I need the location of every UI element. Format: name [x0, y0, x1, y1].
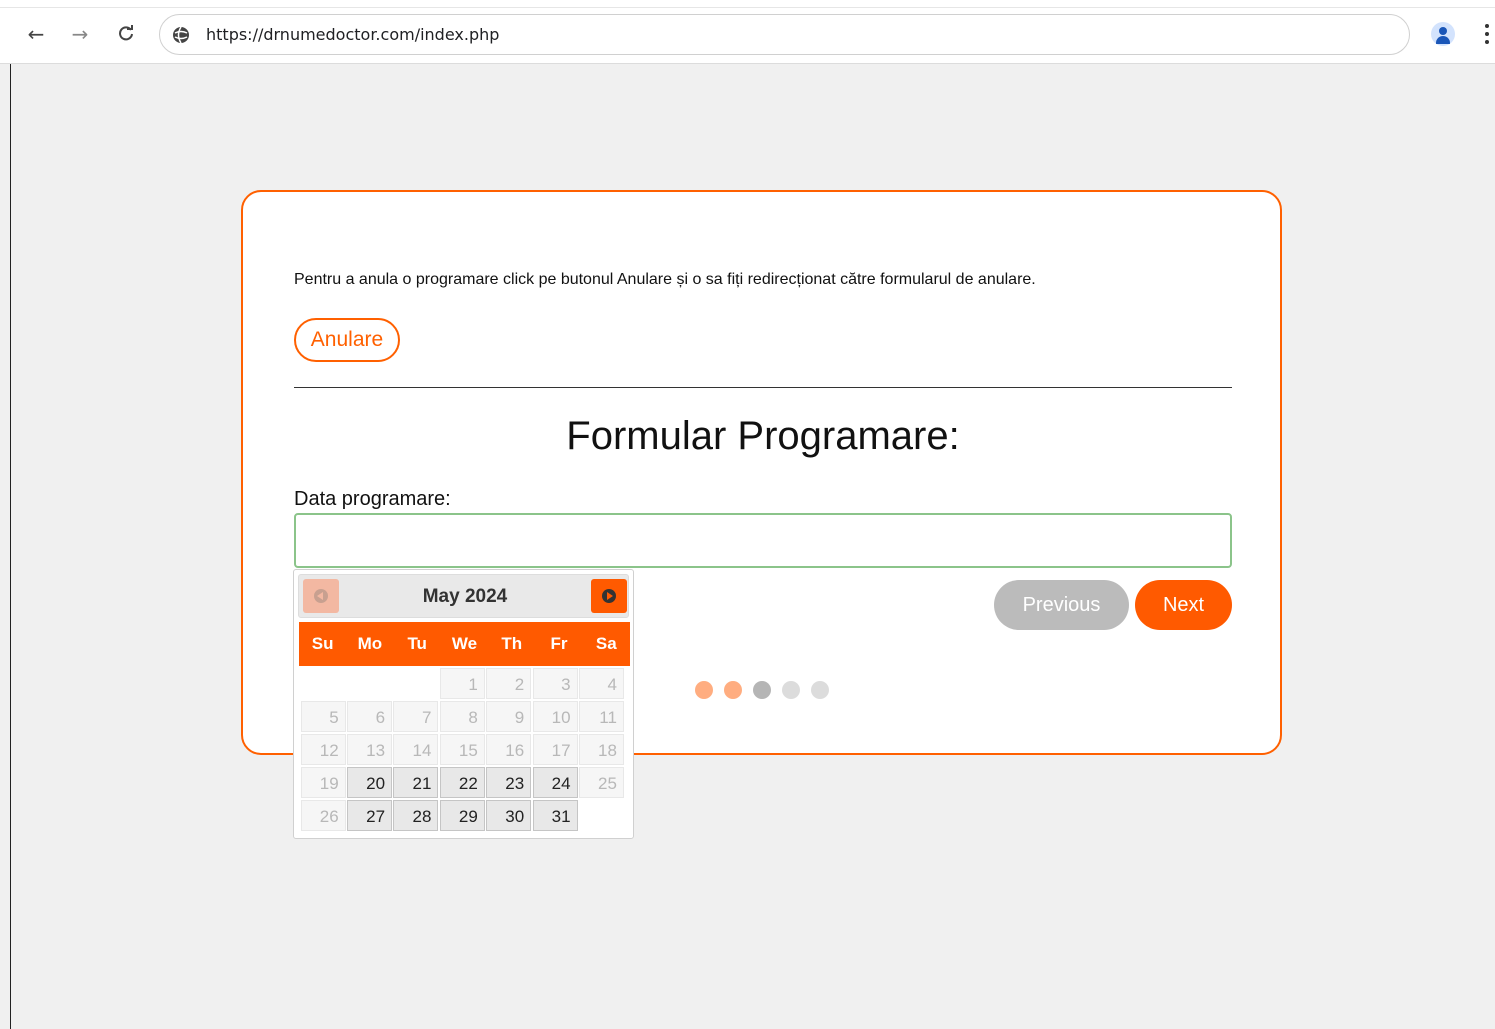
calendar-day-9: 9 [486, 701, 532, 732]
calendar-day-12: 12 [300, 734, 346, 765]
next-month-icon [602, 589, 616, 603]
weekday-label: Mo [357, 634, 383, 653]
reload-icon[interactable] [112, 20, 140, 48]
next-month-button[interactable] [591, 579, 627, 613]
calendar-day-26: 26 [300, 800, 346, 831]
form-title: Formular Programare: [566, 414, 960, 458]
calendar-week: 26 27 28 29 30 31 [300, 799, 630, 832]
calendar-day-20[interactable]: 20 [347, 767, 393, 798]
dot [1485, 40, 1489, 44]
calendar-day-5: 5 [300, 701, 346, 732]
avatar-shoulders [1436, 36, 1450, 44]
calendar-day-24[interactable]: 24 [532, 767, 578, 798]
calendar-day-13: 13 [347, 734, 393, 765]
tab-strip [0, 0, 1495, 8]
weekday-label: Su [311, 634, 334, 653]
weekday-label: Tu [407, 634, 427, 653]
weekday-label: We [451, 634, 478, 653]
calendar-week: 1234 [300, 667, 630, 700]
calendar-week: 12 13 14 15 16 17 18 [300, 733, 630, 766]
url-text[interactable]: https://drnumedoctor.com/index.php [206, 25, 499, 44]
previous-button[interactable]: Previous [994, 580, 1129, 630]
site-info-icon[interactable] [172, 26, 190, 44]
calendar-day-30[interactable]: 30 [486, 800, 532, 831]
calendar-day-28[interactable]: 28 [393, 800, 439, 831]
weekday-header: Su Mo Tu We Th Fr Sa [299, 622, 630, 666]
weekday-label: Sa [595, 634, 617, 653]
calendar-day-11: 11 [578, 701, 624, 732]
address-bar[interactable]: https://drnumedoctor.com/index.php [159, 14, 1410, 55]
calendar-day-6: 6 [347, 701, 393, 732]
calendar-day-22[interactable]: 22 [439, 767, 485, 798]
weekday-label: Fr [550, 634, 568, 653]
calendar-day-23[interactable]: 23 [486, 767, 532, 798]
step-dot [782, 681, 800, 699]
calendar-day-4: 4 [578, 668, 624, 699]
calendar-grid: 1 2 3 4 5 6 7 8 9 10 11 12 13 14 15 16 17 18 19 20 21 22 23 24 2… [300, 667, 630, 832]
browser-menu-icon[interactable] [1480, 22, 1494, 46]
date-input[interactable] [294, 513, 1232, 568]
step-indicator [695, 681, 829, 699]
dot [1485, 24, 1489, 28]
calendar-day-10: 10 [532, 701, 578, 732]
calendar-week: 19 20 21 22 23 24 25 [300, 766, 630, 799]
step-dot [724, 681, 742, 699]
back-icon[interactable]: ← [22, 20, 50, 48]
calendar-day-16: 16 [486, 734, 532, 765]
calendar-day-15: 15 [439, 734, 485, 765]
forward-icon[interactable]: → [66, 20, 94, 48]
calendar-day-25: 25 [578, 767, 624, 798]
date-label: Data programare: [294, 488, 451, 510]
calendar-day-27[interactable]: 27 [347, 800, 393, 831]
calendar-day-17: 17 [532, 734, 578, 765]
reload-glyph [119, 25, 133, 41]
next-button[interactable]: Next [1135, 580, 1232, 630]
dot [1485, 32, 1489, 36]
calendar-day-14: 14 [393, 734, 439, 765]
datepicker-header: May 2024 [298, 574, 629, 618]
calendar-day-7: 7 [393, 701, 439, 732]
prev-month-icon [314, 589, 328, 603]
calendar-day-18: 18 [578, 734, 624, 765]
calendar-day-31[interactable]: 31 [532, 800, 578, 831]
datepicker: May 2024 Su Mo Tu We Th Fr Sa 1234567891… [293, 569, 634, 839]
step-dot [811, 681, 829, 699]
calendar-day-29[interactable]: 29 [439, 800, 485, 831]
calendar-day-19: 19 [300, 767, 346, 798]
divider [294, 387, 1232, 388]
step-dot [753, 681, 771, 699]
calendar-day-2: 2 [486, 668, 532, 699]
prev-month-button[interactable] [303, 579, 339, 613]
calendar-day-8: 8 [439, 701, 485, 732]
weekday-label: Th [501, 634, 523, 653]
cancel-instructions: Pentru a anula o programare click pe but… [294, 271, 1036, 288]
browser-toolbar: ← → https://drnumedoctor.com/index.php [0, 0, 1495, 64]
calendar-week: 5 6 7 8 9 10 11 [300, 700, 630, 733]
profile-avatar-icon[interactable] [1431, 22, 1455, 46]
calendar-day-3: 3 [532, 668, 578, 699]
window-edge [10, 64, 11, 1029]
step-dot [695, 681, 713, 699]
month-title: May 2024 [422, 586, 508, 607]
calendar-day-1: 1 [439, 668, 485, 699]
calendar-day-21[interactable]: 21 [393, 767, 439, 798]
cancel-appointment-button[interactable]: Anulare [294, 318, 400, 362]
avatar-head [1439, 27, 1447, 35]
